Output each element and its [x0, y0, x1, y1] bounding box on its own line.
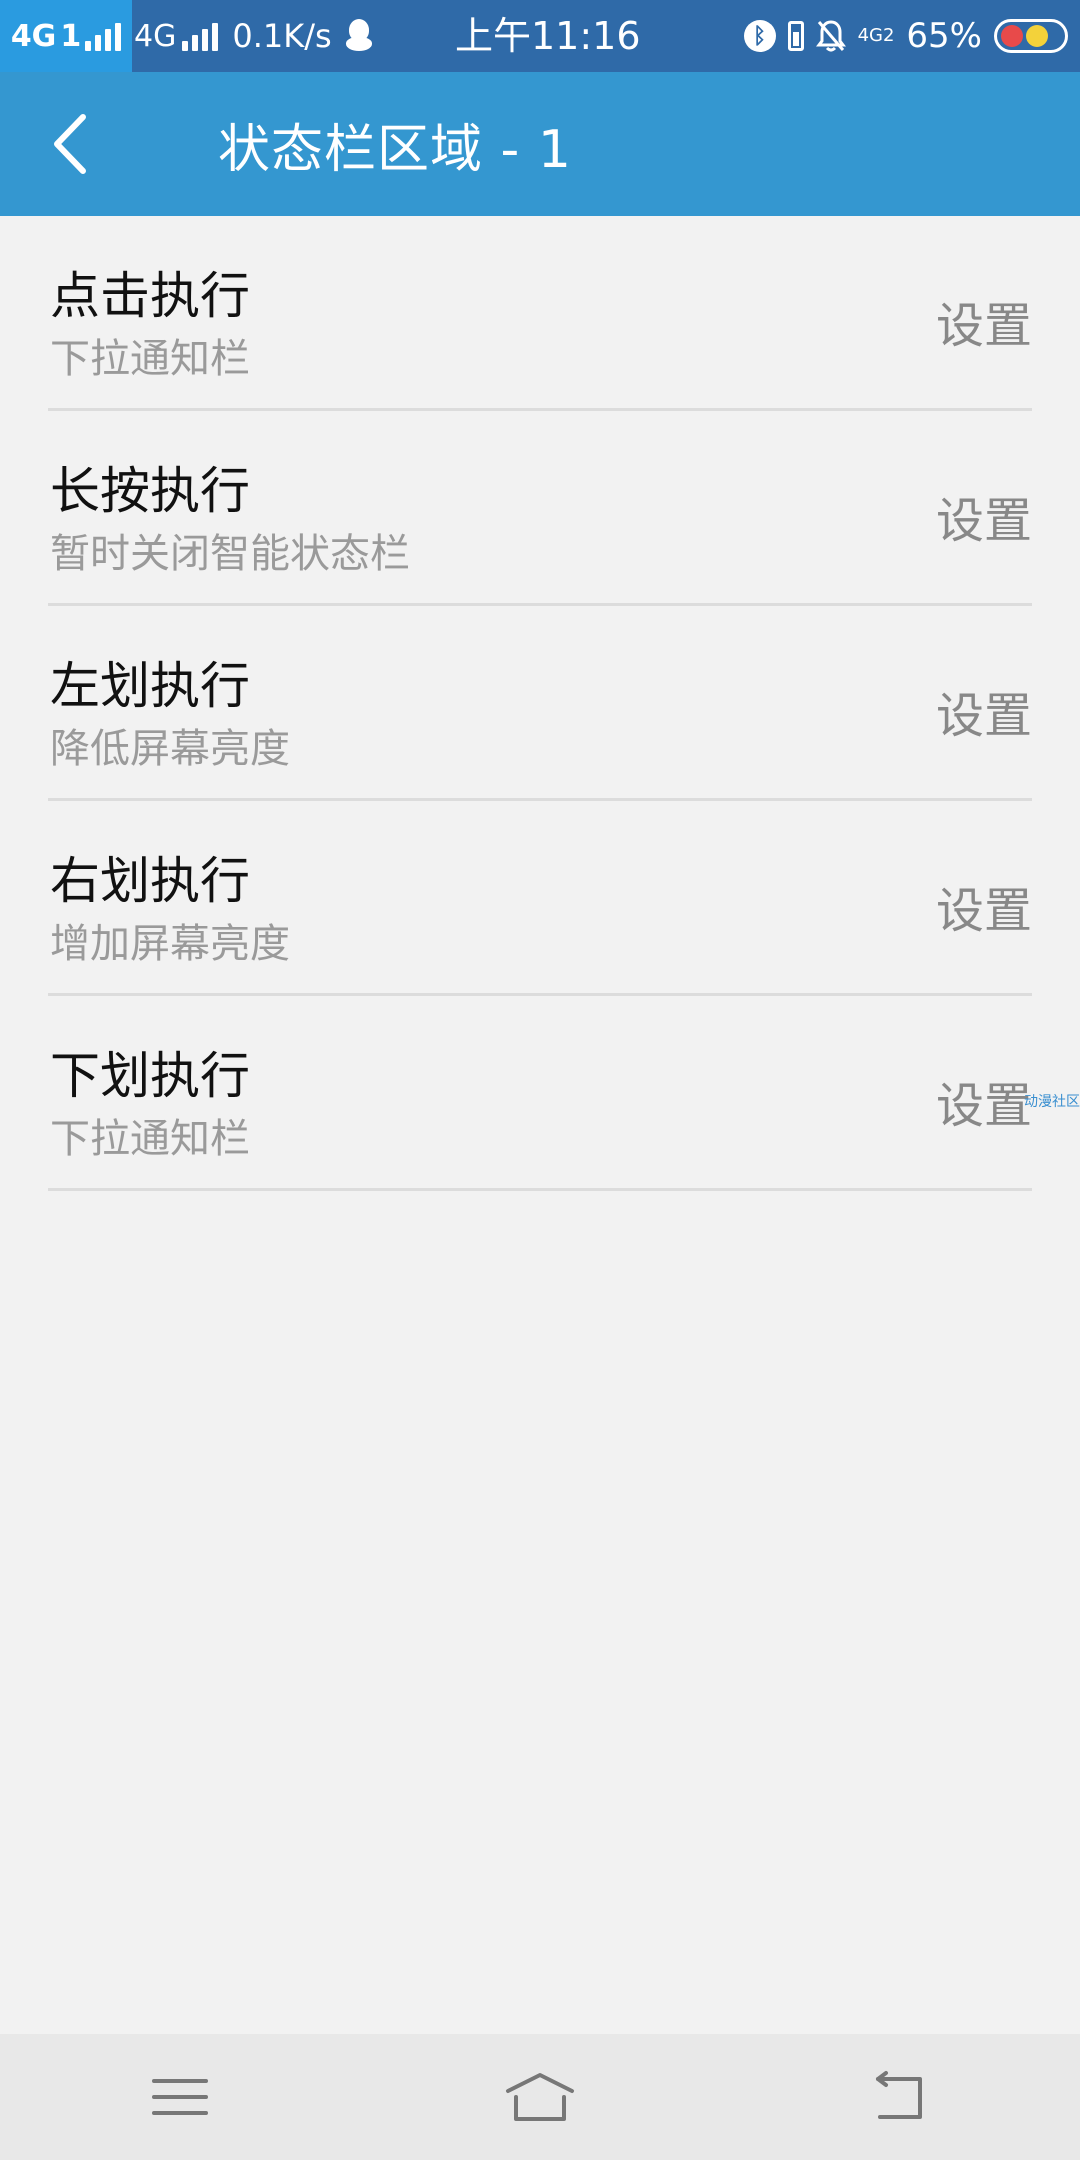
app-header: 状态栏区域 - 1 — [0, 72, 1080, 216]
item-title: 长按执行 — [50, 462, 250, 520]
item-title: 右划执行 — [50, 852, 250, 910]
item-subtitle: 下拉通知栏 — [50, 336, 250, 382]
list-item-swipe-left[interactable]: 左划执行 降低屏幕亮度 设置 — [48, 606, 1032, 801]
watermark: 动漫社区 — [1024, 1094, 1080, 1110]
sim2-label: 4G — [134, 18, 177, 54]
list-item-swipe-down[interactable]: 下划执行 下拉通知栏 设置 动漫社区 — [48, 996, 1080, 1191]
screen: 4G 1 4G 0.1K/s 上午11:16 ᛒ 4G2 65% 状态栏区域 -… — [0, 0, 1080, 2160]
sim1-indicator: 4G 1 — [0, 0, 132, 72]
item-subtitle: 暂时关闭智能状态栏 — [50, 531, 410, 577]
sim2-indicator: 4G — [132, 18, 219, 54]
item-title: 下划执行 — [50, 1047, 250, 1105]
back-nav-button[interactable] — [820, 2034, 980, 2160]
bluetooth-icon: ᛒ — [743, 20, 776, 52]
settings-button[interactable]: 设置 — [936, 676, 1032, 746]
back-button[interactable] — [0, 72, 140, 216]
home-icon — [506, 2073, 574, 2121]
item-subtitle: 降低屏幕亮度 — [50, 726, 290, 772]
qq-icon — [345, 19, 372, 53]
clock: 上午11:16 — [455, 14, 641, 58]
battery-icon — [994, 19, 1068, 53]
back-icon — [876, 2071, 922, 2119]
battery-saver-icon — [787, 21, 804, 51]
item-title: 点击执行 — [50, 267, 250, 325]
settings-button[interactable]: 设置 — [936, 871, 1032, 941]
menu-icon — [152, 2079, 208, 2115]
menu-button[interactable] — [100, 2034, 260, 2160]
page-title: 状态栏区域 - 1 — [218, 119, 572, 180]
item-subtitle: 增加屏幕亮度 — [50, 921, 290, 967]
signal-icon — [85, 21, 122, 51]
navigation-bar — [0, 2034, 1080, 2160]
signal-icon — [182, 21, 219, 51]
status-bar: 4G 1 4G 0.1K/s 上午11:16 ᛒ 4G2 65% — [0, 0, 1080, 72]
sim1-number: 1 — [60, 18, 82, 54]
status-right: ᛒ 4G2 65% — [743, 0, 1068, 72]
sim1-label: 4G — [10, 18, 57, 54]
settings-button[interactable]: 设置 — [936, 481, 1032, 551]
bell-off-icon — [815, 19, 846, 53]
list-item-swipe-right[interactable]: 右划执行 增加屏幕亮度 设置 — [48, 801, 1032, 996]
settings-list: 点击执行 下拉通知栏 设置 长按执行 暂时关闭智能状态栏 设置 左划执行 降低屏… — [0, 216, 1080, 1191]
home-button[interactable] — [460, 2034, 620, 2160]
list-item-tap[interactable]: 点击执行 下拉通知栏 设置 — [48, 216, 1032, 411]
network-speed: 0.1K/s — [232, 17, 332, 55]
battery-percent: 65% — [906, 16, 982, 56]
item-title: 左划执行 — [50, 657, 250, 715]
list-item-long-press[interactable]: 长按执行 暂时关闭智能状态栏 设置 — [48, 411, 1032, 606]
chevron-left-icon — [54, 114, 86, 174]
item-subtitle: 下拉通知栏 — [50, 1116, 250, 1162]
settings-button[interactable]: 设置 — [936, 286, 1032, 356]
data-network-indicator: 4G2 — [857, 25, 895, 46]
settings-button[interactable]: 设置 — [936, 1066, 1032, 1136]
